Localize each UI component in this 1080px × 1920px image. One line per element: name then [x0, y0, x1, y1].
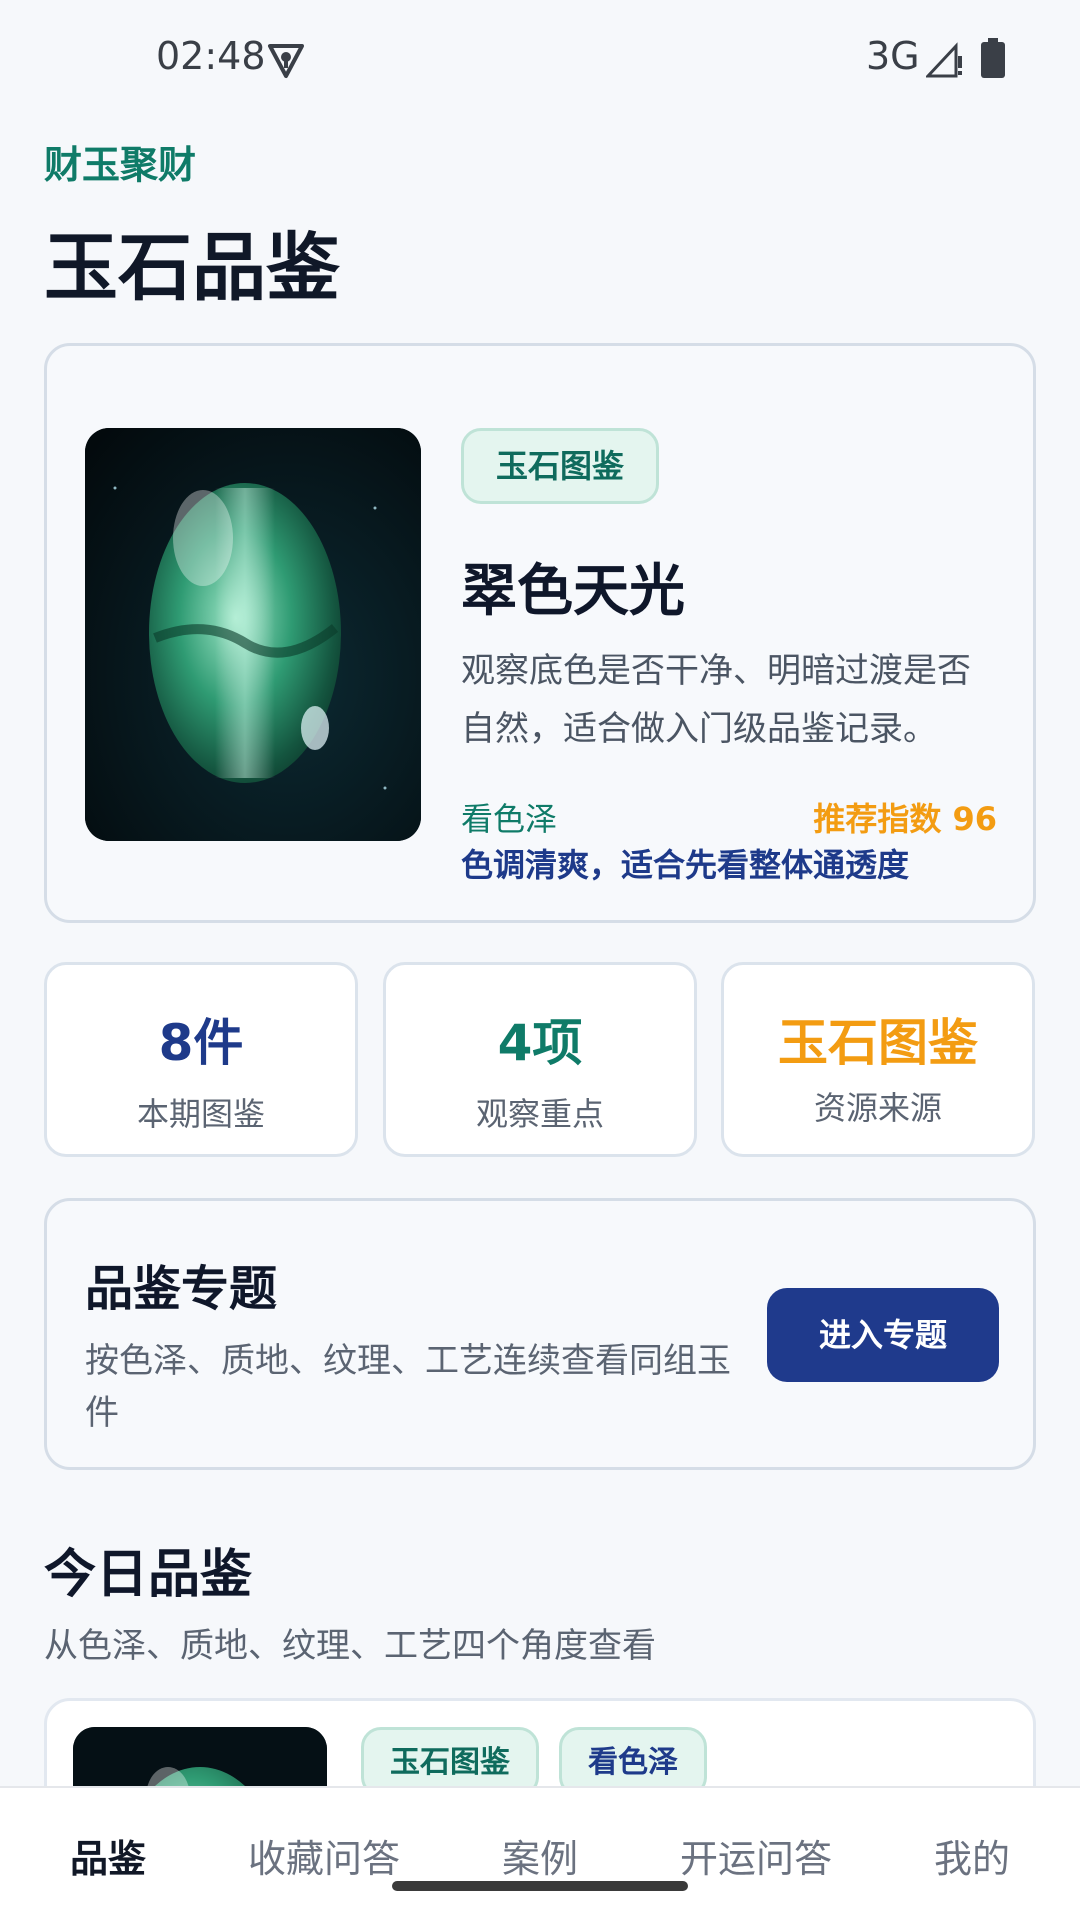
section-title: 今日品鉴	[44, 1545, 253, 1605]
page-title: 玉石品鉴	[44, 225, 340, 311]
jade-image	[85, 428, 421, 841]
nav-tab-cases[interactable]: 案例	[432, 1828, 648, 1883]
source-tag: 玉石图鉴	[461, 428, 660, 504]
status-time: 02:48	[156, 34, 266, 78]
bottom-nav: 品鉴 收藏问答 案例 开运问答 我的	[0, 1786, 1080, 1920]
enter-topic-button[interactable]: 进入专题	[767, 1288, 999, 1382]
stat-value: 玉石图鉴	[778, 1014, 978, 1072]
featured-jade-card[interactable]: 玉石图鉴 翠色天光 观察底色是否干净、明暗过渡是否自然，适合做入门级品鉴记录。 …	[44, 343, 1036, 923]
section-subtitle: 从色泽、质地、纹理、工艺四个角度查看	[44, 1626, 656, 1666]
topic-card: 品鉴专题 按色泽、质地、纹理、工艺连续查看同组玉件 进入专题	[44, 1198, 1036, 1470]
topic-description: 按色泽、质地、纹理、工艺连续查看同组玉件	[85, 1341, 731, 1433]
recommend-score: 推荐指数 96	[813, 800, 997, 838]
jade-description: 观察底色是否干净、明暗过渡是否自然，适合做入门级品鉴记录。	[461, 651, 971, 749]
vpn-key-icon	[268, 44, 304, 78]
jade-title: 翠色天光	[461, 559, 685, 624]
aspect-label: 看色泽	[461, 800, 558, 838]
nav-tab-saved-qa[interactable]: 收藏问答	[216, 1828, 432, 1883]
home-indicator[interactable]	[392, 1881, 688, 1891]
stat-value: 4项	[497, 1014, 583, 1072]
nav-tab-fortune-qa[interactable]: 开运问答	[648, 1828, 864, 1883]
topic-title: 品鉴专题	[85, 1261, 278, 1317]
nav-tab-me[interactable]: 我的	[864, 1828, 1080, 1883]
stat-focus-count: 4项 观察重点	[383, 962, 697, 1157]
stat-source: 玉石图鉴 资源来源	[721, 962, 1035, 1157]
battery-icon	[981, 38, 1005, 78]
jade-note: 色调清爽，适合先看整体通透度	[461, 846, 910, 884]
stat-label: 本期图鉴	[136, 1095, 265, 1133]
status-bar: 02:48 3G	[0, 0, 1080, 110]
stat-label: 观察重点	[475, 1095, 604, 1133]
signal-icon	[926, 42, 962, 78]
nav-tab-appraisal[interactable]: 品鉴	[0, 1828, 216, 1883]
network-type: 3G	[866, 34, 920, 78]
brand-name: 财玉聚财	[44, 143, 197, 187]
stat-value: 8件	[158, 1014, 244, 1072]
stat-items-count: 8件 本期图鉴	[44, 962, 358, 1157]
stat-label: 资源来源	[813, 1089, 942, 1127]
